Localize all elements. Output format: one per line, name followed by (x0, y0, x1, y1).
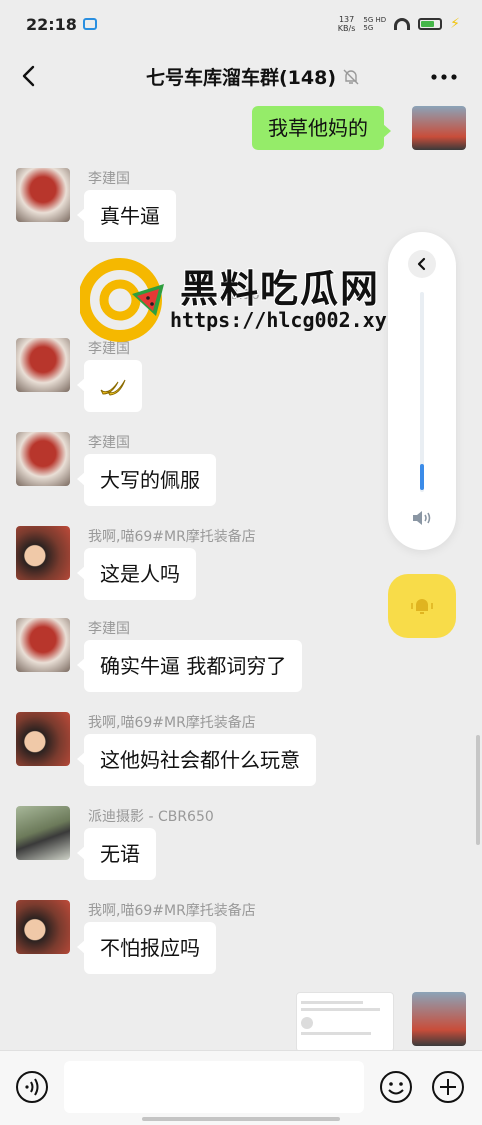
message-bubble[interactable]: 这是人吗 (77, 548, 196, 600)
message-bubble[interactable]: 我草他妈的 (252, 106, 391, 150)
volume-level (420, 464, 424, 490)
chevron-left-icon (417, 257, 426, 271)
watermelon-logo-icon (80, 258, 164, 342)
message-bubble[interactable]: 无语 (77, 828, 156, 880)
input-bar (0, 1050, 482, 1125)
speaker-icon[interactable] (410, 508, 434, 528)
message-bubble[interactable] (77, 360, 142, 412)
avatar[interactable] (16, 338, 70, 392)
more-icon[interactable] (430, 66, 458, 88)
voice-input-icon[interactable] (14, 1069, 50, 1105)
message-bubble[interactable]: 确实牛逼 我都词穷了 (76, 640, 303, 692)
back-icon[interactable] (18, 64, 42, 88)
mute-bell-icon (343, 69, 359, 85)
watermark-brand: 黑料吃瓜网 (179, 266, 381, 312)
avatar[interactable] (16, 618, 70, 672)
bananas-emoji-icon (100, 379, 126, 396)
avatar[interactable] (412, 992, 466, 1046)
status-indicators: 137 KB/s 5G HD 5G ⚡ (338, 15, 460, 33)
bell-vibrate-icon (411, 599, 433, 614)
sender-name: 我啊,喵69#MR摩托装备店 (88, 903, 256, 919)
network-speed: 137 KB/s (337, 15, 356, 33)
sender-name: 我啊,喵69#MR摩托装备店 (88, 715, 256, 731)
avatar[interactable] (16, 526, 70, 580)
avatar[interactable] (16, 432, 70, 486)
watermark-url: https://hlcg002.xyz (170, 308, 399, 332)
wifi-icon (394, 18, 411, 30)
plus-circle-icon[interactable] (430, 1069, 466, 1105)
watermark: 黑料吃瓜网 https://hlcg002.xyz (80, 258, 420, 342)
sender-name: 我啊,喵69#MR摩托装备店 (88, 529, 256, 545)
volume-slider[interactable] (420, 292, 424, 492)
message-bubble[interactable]: 大写的佩服 (77, 454, 216, 506)
avatar[interactable] (16, 900, 70, 954)
message-input[interactable] (64, 1061, 364, 1113)
status-bar: 22:18 137 KB/s 5G HD 5G ⚡ (0, 0, 482, 48)
chat-title: 七号车库溜车群(148) (145, 67, 337, 89)
signal-icon: 5G HD 5G (363, 16, 387, 32)
chat-header: 七号车库溜车群(148) (0, 48, 482, 106)
chat-history-card[interactable] (296, 992, 394, 1050)
emoji-icon[interactable] (378, 1069, 414, 1105)
battery-icon (418, 18, 443, 30)
charging-icon: ⚡ (450, 16, 460, 32)
message-bubble[interactable]: 这他妈社会都什么玩意 (77, 734, 316, 786)
sender-name: 李建国 (88, 435, 130, 451)
status-time: 22:18 (26, 14, 77, 34)
avatar[interactable] (16, 806, 70, 860)
avatar[interactable] (412, 106, 466, 150)
notification-icon (82, 18, 97, 30)
message-bubble[interactable]: 不怕报应吗 (77, 922, 216, 974)
sender-name: 李建国 (88, 621, 130, 637)
sender-name: 李建国 (88, 171, 130, 187)
message-bubble[interactable]: 真牛逼 (77, 190, 176, 242)
avatar[interactable] (16, 712, 70, 766)
volume-collapse-button[interactable] (408, 250, 436, 278)
ringer-mode-button[interactable] (388, 574, 456, 638)
home-indicator (142, 1117, 340, 1121)
sender-name: 派迪摄影 - CBR650 (88, 809, 214, 825)
scrollbar[interactable] (476, 735, 480, 845)
card-avatar-icon (301, 1017, 313, 1029)
avatar[interactable] (16, 168, 70, 222)
volume-panel (388, 232, 456, 550)
